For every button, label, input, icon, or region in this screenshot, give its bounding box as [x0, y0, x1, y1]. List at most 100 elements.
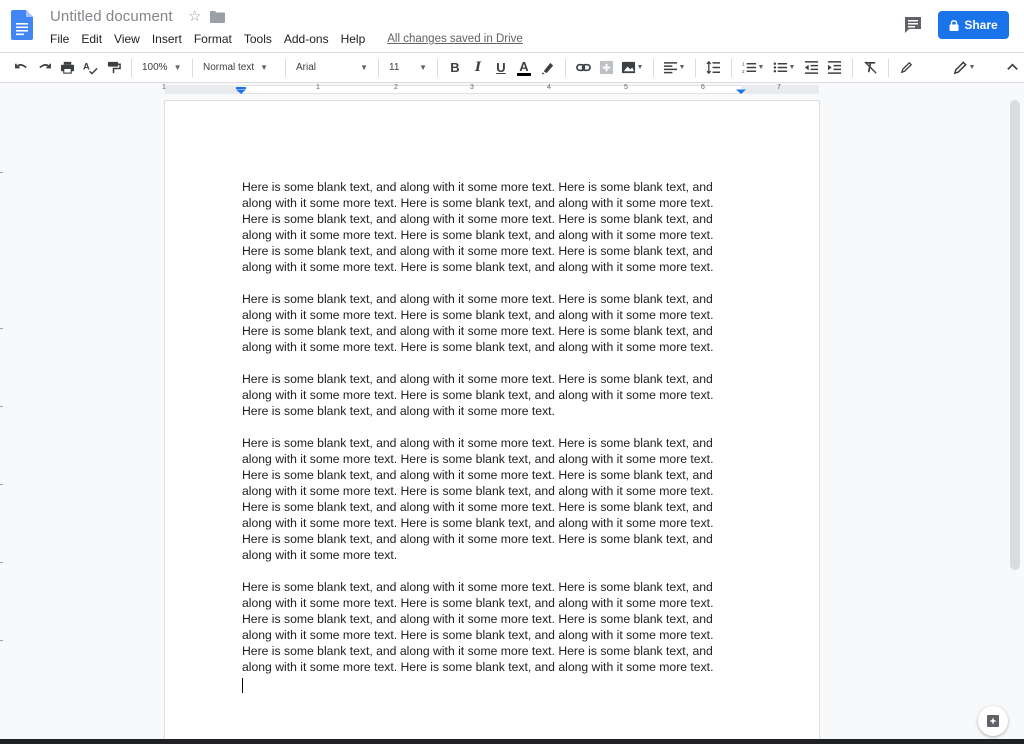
right-indent-marker-icon[interactable]	[736, 87, 746, 94]
redo-button[interactable]	[33, 57, 55, 79]
ruler-number: 7	[777, 84, 781, 91]
ruler-number: 2	[394, 84, 398, 91]
paragraph[interactable]: Here is some blank text, and along with …	[242, 579, 742, 675]
insert-comment-button[interactable]	[595, 57, 617, 79]
save-status[interactable]: All changes saved in Drive	[387, 33, 523, 45]
insert-image-button[interactable]: ▼	[618, 57, 646, 79]
toolbar-divider	[565, 58, 566, 77]
svg-text:2: 2	[742, 69, 745, 74]
toolbar-divider	[731, 58, 732, 77]
align-left-icon	[663, 62, 677, 74]
bold-label: B	[450, 60, 460, 75]
font-select[interactable]: Arial ▼	[292, 57, 372, 79]
menu-file[interactable]: File	[44, 31, 75, 47]
horizontal-ruler[interactable]: 1 1 2 3 4 5 6 7	[0, 83, 1024, 96]
menu-addons[interactable]: Add-ons	[278, 31, 335, 47]
spellcheck-button[interactable]: A	[79, 57, 101, 79]
menu-format[interactable]: Format	[188, 31, 238, 47]
explore-button[interactable]	[978, 706, 1008, 736]
ruler-number: 3	[470, 84, 474, 91]
numbered-list-icon: 12	[742, 62, 756, 74]
star-icon[interactable]: ☆	[188, 7, 201, 25]
add-comment-icon	[599, 60, 613, 75]
ruler-number: 5	[624, 84, 628, 91]
paragraph[interactable]: Here is some blank text, and along with …	[242, 179, 742, 275]
ruler-number: 6	[701, 84, 705, 91]
font-value: Arial	[296, 62, 317, 73]
pen-icon	[900, 61, 912, 74]
hide-menus-button[interactable]	[1001, 57, 1023, 79]
text-cursor	[242, 678, 243, 693]
toolbar-divider	[437, 58, 438, 77]
folder-icon[interactable]	[210, 11, 225, 23]
docs-logo-icon[interactable]	[11, 10, 33, 40]
paint-format-button[interactable]	[102, 57, 124, 79]
menu-help[interactable]: Help	[335, 31, 372, 47]
vertical-ruler	[0, 96, 4, 744]
chevron-down-icon: ▼	[636, 64, 644, 71]
chevron-down-icon: ▼	[968, 64, 976, 71]
ruler-tick	[0, 484, 3, 485]
text-color-label: A	[519, 58, 529, 74]
style-select[interactable]: Normal text ▼	[199, 57, 279, 79]
ruler-tick	[0, 328, 3, 329]
scrollbar[interactable]	[1010, 100, 1020, 570]
text-color-swatch	[517, 72, 531, 76]
clear-formatting-button[interactable]	[859, 57, 881, 79]
share-label: Share	[964, 18, 998, 32]
underline-button[interactable]: U	[490, 57, 512, 79]
explore-icon	[987, 715, 999, 727]
insert-link-button[interactable]	[572, 57, 594, 79]
bulleted-list-icon	[773, 62, 787, 73]
toolbar-divider	[131, 58, 132, 77]
redo-icon	[38, 63, 51, 69]
editing-mode-button[interactable]: ▼	[947, 57, 981, 79]
chevron-down-icon: ▼	[788, 64, 796, 71]
print-button[interactable]	[56, 57, 78, 79]
document-title[interactable]: Untitled document	[50, 8, 173, 25]
chevron-down-icon: ▼	[678, 64, 686, 71]
font-size-value: 11	[389, 62, 400, 73]
toolbar-divider	[285, 58, 286, 77]
document-page[interactable]: Here is some blank text, and along with …	[165, 101, 819, 744]
chevron-down-icon: ▼	[173, 63, 182, 72]
menu-edit[interactable]: Edit	[75, 31, 108, 47]
font-size-select[interactable]: 11 ▼	[385, 57, 431, 79]
paragraph[interactable]: Here is some blank text, and along with …	[242, 371, 742, 419]
numbered-list-button[interactable]: 12 ▼	[738, 57, 768, 79]
share-button[interactable]: Share	[938, 11, 1009, 39]
increase-indent-icon	[827, 61, 841, 74]
increase-indent-button[interactable]	[823, 57, 845, 79]
pen-button[interactable]	[895, 57, 917, 79]
zoom-value: 100%	[142, 62, 168, 73]
paragraph[interactable]: Here is some blank text, and along with …	[242, 435, 742, 563]
toolbar-divider	[852, 58, 853, 77]
menu-view[interactable]: View	[108, 31, 146, 47]
menu-bar: File Edit View Insert Format Tools Add-o…	[44, 31, 523, 47]
decrease-indent-button[interactable]	[800, 57, 822, 79]
header: Untitled document ☆ File Edit View Inser…	[0, 0, 1024, 52]
chevron-up-icon	[1006, 63, 1018, 70]
edit-pencil-icon	[953, 61, 967, 75]
comment-icon[interactable]	[903, 15, 923, 35]
link-icon	[575, 63, 591, 72]
left-indent-marker-icon[interactable]	[236, 87, 246, 94]
toolbar: A 100% ▼ Normal text ▼ Arial ▼ 11 ▼ B I U A …	[0, 52, 1024, 83]
italic-button[interactable]: I	[467, 57, 489, 79]
bulleted-list-button[interactable]: ▼	[769, 57, 799, 79]
chevron-down-icon: ▼	[757, 64, 765, 71]
text-color-button[interactable]: A	[513, 57, 535, 79]
highlight-button[interactable]	[536, 57, 558, 79]
image-icon	[621, 61, 635, 74]
align-button[interactable]: ▼	[660, 57, 688, 79]
document-body[interactable]: Here is some blank text, and along with …	[242, 179, 742, 693]
undo-button[interactable]	[10, 57, 32, 79]
chevron-down-icon: ▼	[419, 63, 427, 72]
menu-tools[interactable]: Tools	[238, 31, 278, 47]
bold-button[interactable]: B	[444, 57, 466, 79]
line-spacing-button[interactable]	[702, 57, 724, 79]
paragraph[interactable]: Here is some blank text, and along with …	[242, 291, 742, 355]
menu-insert[interactable]: Insert	[146, 31, 188, 47]
toolbar-divider	[888, 58, 889, 77]
zoom-select[interactable]: 100% ▼	[138, 57, 186, 79]
